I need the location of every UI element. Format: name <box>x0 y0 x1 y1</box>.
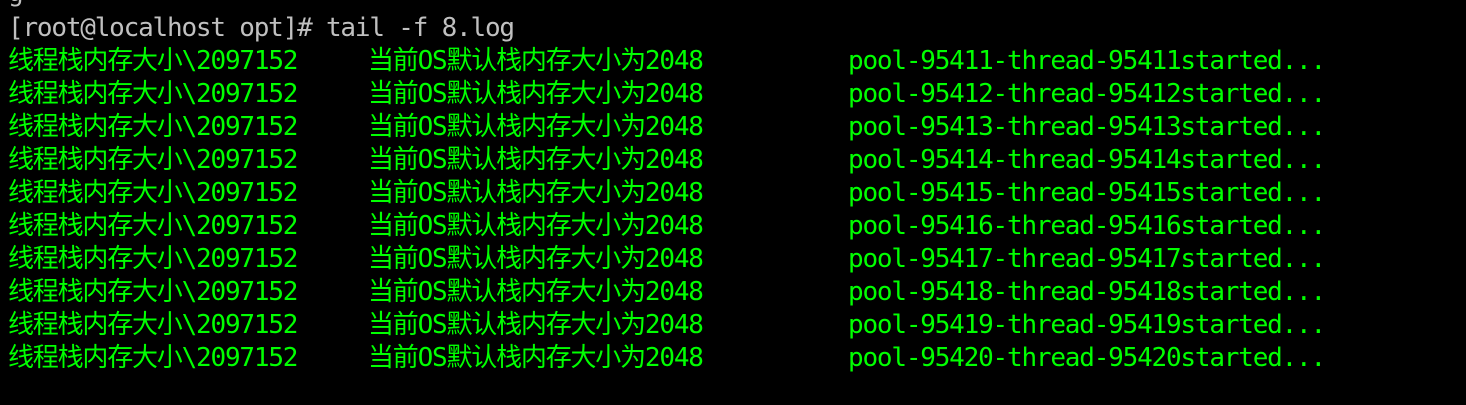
log-thread-status: pool-95415-thread-95415started... <box>848 178 1326 208</box>
scrolled-partial-line: g <box>8 0 24 10</box>
log-thread-status: pool-95411-thread-95411started... <box>848 46 1326 76</box>
log-os-default-stack: 当前OS默认栈内存大小为2048 <box>368 46 704 76</box>
log-os-default-stack: 当前OS默认栈内存大小为2048 <box>368 145 704 175</box>
log-thread-status: pool-95420-thread-95420started... <box>848 343 1326 373</box>
log-thread-status: pool-95417-thread-95417started... <box>848 244 1326 274</box>
log-thread-status: pool-95414-thread-95414started... <box>848 145 1326 175</box>
log-thread-status: pool-95419-thread-95419started... <box>848 310 1326 340</box>
log-os-default-stack: 当前OS默认栈内存大小为2048 <box>368 343 704 373</box>
log-thread-status: pool-95412-thread-95412started... <box>848 79 1326 109</box>
log-stack-size: 线程栈内存大小\2097152 <box>8 343 298 373</box>
log-stack-size: 线程栈内存大小\2097152 <box>8 112 298 142</box>
log-stack-size: 线程栈内存大小\2097152 <box>8 46 298 76</box>
log-thread-status: pool-95418-thread-95418started... <box>848 277 1326 307</box>
log-os-default-stack: 当前OS默认栈内存大小为2048 <box>368 244 704 274</box>
log-thread-status: pool-95416-thread-95416started... <box>848 211 1326 241</box>
log-thread-status: pool-95413-thread-95413started... <box>848 112 1326 142</box>
log-stack-size: 线程栈内存大小\2097152 <box>8 211 298 241</box>
log-stack-size: 线程栈内存大小\2097152 <box>8 244 298 274</box>
log-os-default-stack: 当前OS默认栈内存大小为2048 <box>368 211 704 241</box>
log-stack-size: 线程栈内存大小\2097152 <box>8 178 298 208</box>
log-stack-size: 线程栈内存大小\2097152 <box>8 79 298 109</box>
log-os-default-stack: 当前OS默认栈内存大小为2048 <box>368 178 704 208</box>
log-stack-size: 线程栈内存大小\2097152 <box>8 277 298 307</box>
log-os-default-stack: 当前OS默认栈内存大小为2048 <box>368 79 704 109</box>
log-os-default-stack: 当前OS默认栈内存大小为2048 <box>368 112 704 142</box>
log-os-default-stack: 当前OS默认栈内存大小为2048 <box>368 277 704 307</box>
log-os-default-stack: 当前OS默认栈内存大小为2048 <box>368 310 704 340</box>
log-stack-size: 线程栈内存大小\2097152 <box>8 145 298 175</box>
terminal-window[interactable]: g [root@localhost opt]# tail -f 8.log 线程… <box>0 0 1466 405</box>
shell-prompt-line: [root@localhost opt]# tail -f 8.log <box>8 13 515 43</box>
log-stack-size: 线程栈内存大小\2097152 <box>8 310 298 340</box>
